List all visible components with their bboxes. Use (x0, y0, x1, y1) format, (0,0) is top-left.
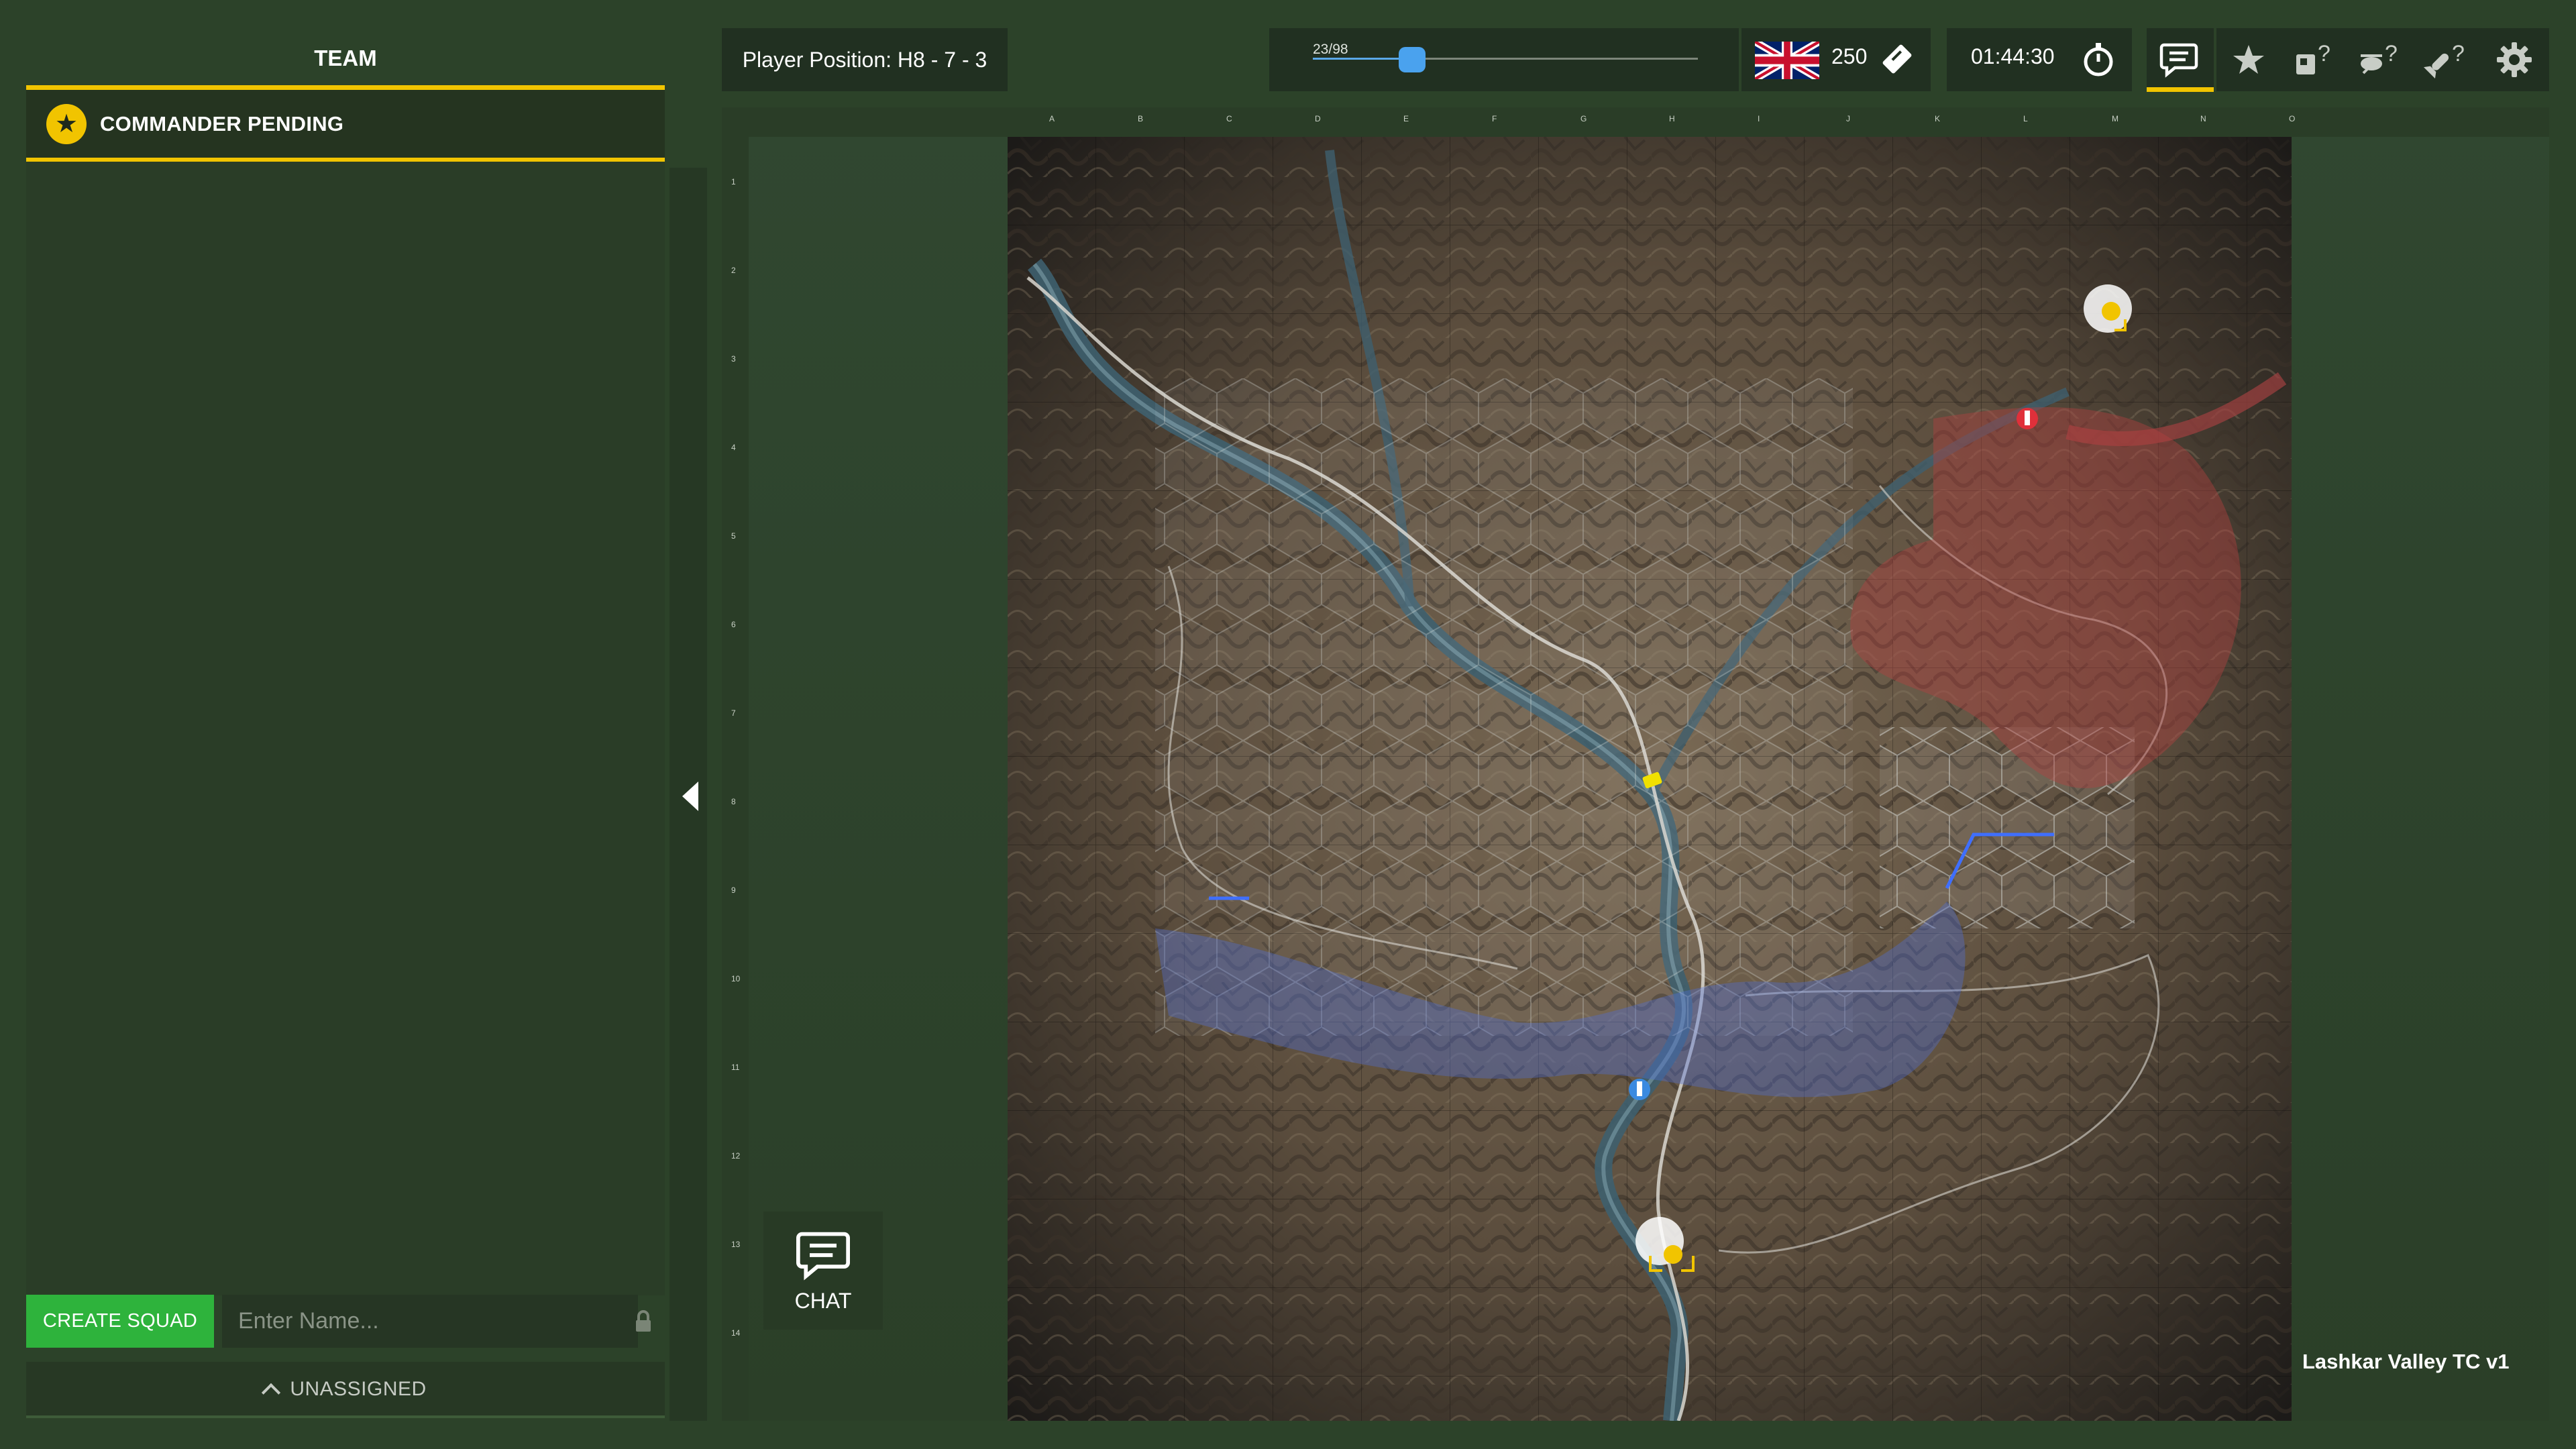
map-column-label: K (1935, 114, 1941, 123)
team-header: TEAM (314, 46, 377, 70)
gear-icon (2497, 42, 2532, 77)
map-column-label: N (2200, 114, 2206, 123)
squad-name-input[interactable] (222, 1295, 638, 1348)
slider-label: 23/98 (1313, 42, 1348, 57)
map-row-label: 7 (731, 708, 736, 718)
unassigned-underline (26, 1415, 665, 1418)
settings-tab[interactable] (2482, 28, 2546, 91)
squad-list[interactable] (26, 162, 665, 1295)
map-column-label: G (1580, 114, 1587, 123)
commander-tab[interactable] (2216, 28, 2281, 91)
map-column-label: O (2289, 114, 2296, 123)
map-row-label: 2 (731, 266, 736, 275)
svg-text:?: ? (2452, 41, 2465, 66)
star-icon (2233, 45, 2264, 74)
slider-thumb[interactable] (1399, 47, 1426, 72)
map-row-label: 14 (731, 1328, 741, 1338)
map-row-label: 5 (731, 531, 736, 541)
create-squad-button[interactable]: CREATE SQUAD (26, 1295, 214, 1348)
player-position: Player Position: H8 - 7 - 3 (722, 28, 1008, 91)
uk-flag-icon (1755, 42, 1819, 79)
active-tab-underline (2147, 87, 2214, 92)
unassigned-toggle[interactable]: UNASSIGNED (26, 1362, 665, 1417)
map-column-label: H (1669, 114, 1675, 123)
map-column-label: L (2023, 114, 2028, 123)
map-row-label: 12 (731, 1151, 741, 1161)
commander-label: COMMANDER PENDING (100, 111, 344, 136)
map-column-ruler (722, 107, 2549, 137)
map-column-label: D (1315, 114, 1321, 123)
collapse-arrow-icon[interactable] (682, 782, 698, 811)
map-row-label: 4 (731, 443, 736, 452)
chat-icon (2159, 43, 2198, 78)
map-row-label: 1 (731, 177, 736, 186)
squad-help-tab[interactable]: ? (2281, 28, 2345, 91)
tactical-map[interactable] (1008, 137, 2292, 1421)
map-row-label: 13 (731, 1240, 741, 1249)
star-icon: ★ (46, 103, 87, 144)
map-column-label: A (1049, 114, 1055, 123)
map-column-label: E (1403, 114, 1409, 123)
map-row-label: 3 (731, 354, 736, 364)
lock-icon (636, 1310, 651, 1332)
blue-objective-marker[interactable] (1629, 1079, 1650, 1100)
match-timer: 01:44:30 (1971, 44, 2055, 68)
unassigned-label: UNASSIGNED (290, 1378, 427, 1400)
slider-track[interactable] (1413, 58, 1698, 60)
stopwatch-icon (2084, 43, 2113, 76)
map-name: Lashkar Valley TC v1 (2302, 1350, 2510, 1373)
team-header-divider (26, 85, 665, 90)
map-row-label: 6 (731, 620, 736, 629)
map-row-label: 9 (731, 885, 736, 895)
map-row-label: 11 (731, 1063, 740, 1072)
chat-label: CHAT (794, 1288, 852, 1313)
map-column-label: C (1226, 114, 1232, 123)
map-column-label: B (1138, 114, 1144, 123)
red-main-base[interactable] (2084, 284, 2132, 333)
chat-tab[interactable] (2147, 28, 2211, 91)
map-column-label: J (1846, 114, 1850, 123)
map-column-label: F (1492, 114, 1497, 123)
map-column-label: I (1758, 114, 1760, 123)
weapon-help-tab[interactable]: ? (2415, 28, 2479, 91)
helicopter-help-icon: ? (2361, 41, 2398, 74)
red-objective-marker[interactable] (2017, 408, 2038, 429)
svg-text:?: ? (2385, 41, 2398, 66)
map-row-label: 10 (731, 974, 741, 983)
map-row-ruler (722, 137, 749, 1421)
team-panel: TEAM ★ COMMANDER PENDING CREATE SQUAD UN… (26, 0, 665, 1429)
rocket-help-icon: ? (2424, 41, 2465, 79)
chat-icon (796, 1232, 850, 1281)
commander-row[interactable]: ★ COMMANDER PENDING (26, 90, 665, 158)
chevron-up-icon (262, 1383, 281, 1403)
vehicle-help-tab[interactable]: ? (2348, 28, 2412, 91)
ticket-count: 250 (1831, 44, 1868, 68)
chat-button[interactable]: CHAT (763, 1212, 883, 1330)
player-count-slider-box (1269, 28, 1739, 91)
ticket-icon (1882, 44, 1912, 74)
map-row-label: 8 (731, 797, 736, 806)
squad-help-icon: ? (2296, 41, 2330, 74)
map-column-label: M (2112, 114, 2118, 123)
svg-text:?: ? (2318, 41, 2330, 66)
